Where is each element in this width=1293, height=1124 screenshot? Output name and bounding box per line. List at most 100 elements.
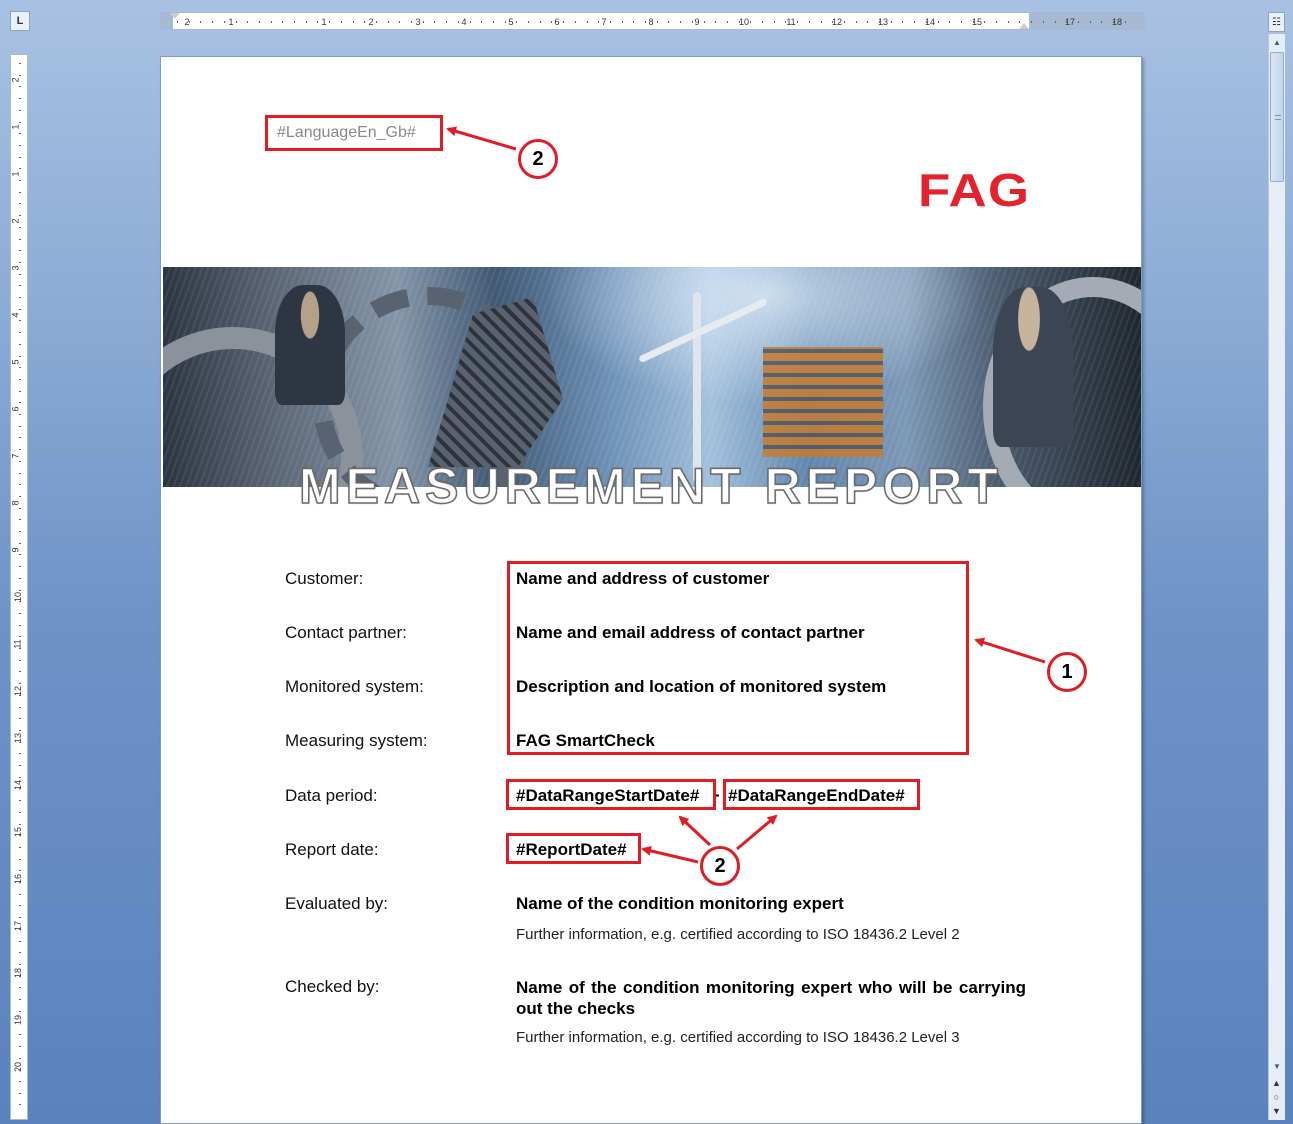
v-ruler-dot	[19, 963, 21, 965]
v-ruler-dot	[19, 800, 21, 802]
v-ruler-tick-label: 1	[10, 171, 21, 177]
v-ruler-dot	[19, 519, 21, 521]
v-ruler-tick-label: 11	[12, 639, 23, 649]
v-ruler-tick-label: 15	[13, 826, 24, 838]
data-period-label: Data period:	[285, 786, 378, 805]
v-ruler-tick-label: 18	[13, 967, 24, 979]
h-ruler-dot	[691, 21, 693, 23]
v-ruler-dot	[19, 566, 21, 568]
h-ruler-dot	[785, 21, 787, 23]
tab-selector-button[interactable]: L	[10, 11, 30, 31]
right-indent-marker[interactable]	[1019, 23, 1029, 29]
v-ruler-dot	[19, 109, 21, 111]
horizontal-ruler[interactable]: 2 1 1 2 3 4 5 6 7 8 9 10 11 12 13 14 15 17 18	[160, 12, 1145, 30]
v-ruler-tick-label: 2	[10, 77, 21, 83]
v-ruler-dot	[19, 215, 21, 217]
vertical-scrollbar[interactable]: ▲ ▼	[1268, 34, 1285, 1120]
scroll-grip-icon	[1275, 115, 1281, 120]
v-ruler-tick-label: 20	[13, 1061, 24, 1073]
v-ruler-dot	[19, 905, 21, 907]
h-ruler-dot	[937, 21, 939, 23]
v-ruler-dot	[19, 390, 21, 392]
v-ruler-tick-label: 17	[13, 920, 24, 932]
evaluated-by-value[interactable]: Name of the condition monitoring expert	[516, 894, 844, 914]
h-ruler-dot	[504, 21, 506, 23]
v-ruler-dot	[19, 144, 21, 146]
h-ruler-tick-label: 11	[786, 17, 796, 27]
view-ruler-icon[interactable]: ☷	[1268, 12, 1285, 32]
h-ruler-dot	[621, 21, 623, 23]
next-page-icon[interactable]: ▼	[1268, 1104, 1285, 1118]
v-ruler-dot	[19, 402, 21, 404]
v-ruler-dot	[19, 297, 21, 298]
h-ruler-dot	[551, 21, 553, 23]
h-ruler-dot	[188, 21, 190, 23]
h-ruler-dot	[1031, 21, 1033, 23]
v-ruler-dot	[19, 86, 21, 88]
v-ruler-tick-label: 9	[10, 547, 21, 553]
v-ruler-dot	[19, 671, 21, 673]
h-ruler-dot	[1101, 21, 1103, 23]
callout-1: 1	[1047, 652, 1087, 692]
scroll-down-arrow-icon[interactable]: ▼	[1269, 1058, 1285, 1074]
h-ruler-dot	[984, 21, 986, 23]
v-ruler-dot	[19, 741, 21, 743]
h-ruler-dot	[528, 21, 529, 23]
v-ruler-dot	[19, 823, 21, 825]
v-ruler-dot	[19, 343, 21, 345]
v-ruler-tick-label: 6	[10, 406, 21, 412]
h-ruler-dot	[925, 21, 927, 23]
h-ruler-dot	[1113, 21, 1114, 23]
annotation-box-language	[265, 115, 443, 151]
h-ruler-dot	[1054, 21, 1056, 23]
h-ruler-dot	[446, 21, 448, 23]
vertical-ruler[interactable]: 2 1 1 2 3 4 5 6 7 8 9 10 11 12 13 14 15 16 17 18 19 20	[10, 54, 28, 1120]
h-ruler-dot	[762, 21, 763, 23]
scroll-up-arrow-icon[interactable]: ▲	[1269, 34, 1285, 50]
v-ruler-dot	[19, 835, 21, 837]
v-ruler-dot	[19, 1080, 21, 1082]
v-ruler-dot	[19, 367, 21, 369]
measuring-system-label: Measuring system:	[285, 731, 428, 750]
h-ruler-dot	[177, 21, 178, 23]
v-ruler-tick-label: 8	[10, 500, 21, 506]
v-ruler-dot	[19, 1069, 21, 1071]
h-ruler-dot	[387, 21, 389, 23]
v-ruler-dot	[19, 893, 21, 895]
h-ruler-dot	[574, 21, 576, 23]
v-ruler-dot	[19, 940, 21, 942]
scroll-thumb[interactable]	[1270, 52, 1284, 182]
v-ruler-dot	[19, 882, 21, 883]
contact-partner-label: Contact partner:	[285, 623, 407, 642]
v-ruler-dot	[19, 1092, 21, 1094]
wind-turbine-graphic	[693, 292, 701, 482]
v-ruler-dot	[19, 332, 21, 334]
v-ruler-dot	[19, 694, 21, 696]
v-ruler-dot	[19, 788, 21, 790]
h-ruler-tick-label: 9	[694, 17, 700, 27]
h-ruler-dot	[223, 21, 225, 23]
v-ruler-dot	[19, 683, 21, 685]
checked-by-info[interactable]: Further information, e.g. certified acco…	[516, 1029, 960, 1046]
v-ruler-dot	[19, 659, 21, 661]
v-ruler-dot	[19, 191, 21, 193]
previous-page-icon[interactable]: ▲	[1268, 1076, 1285, 1090]
v-ruler-tick-label: 14	[13, 779, 24, 791]
first-line-indent-marker[interactable]	[170, 13, 180, 19]
v-ruler-dot	[19, 273, 21, 275]
v-ruler-tick-label: 16	[13, 873, 24, 885]
checked-by-value[interactable]: Name of the condition monitoring expert …	[516, 977, 1026, 1019]
checked-by-label: Checked by:	[285, 977, 380, 996]
h-ruler-dot	[352, 21, 354, 23]
v-ruler-dot	[19, 250, 21, 252]
evaluated-by-info[interactable]: Further information, e.g. certified acco…	[516, 926, 960, 943]
h-ruler-dot	[399, 21, 401, 23]
h-ruler-dot	[960, 21, 962, 23]
annotation-box-fields	[507, 561, 969, 755]
v-ruler-dot	[19, 180, 21, 181]
select-browse-object-icon[interactable]: ○	[1268, 1090, 1285, 1104]
h-ruler-dot	[270, 21, 272, 23]
h-ruler-tick-label: 4	[461, 17, 467, 27]
v-ruler-dot	[19, 542, 21, 544]
h-ruler-dot	[867, 21, 869, 23]
